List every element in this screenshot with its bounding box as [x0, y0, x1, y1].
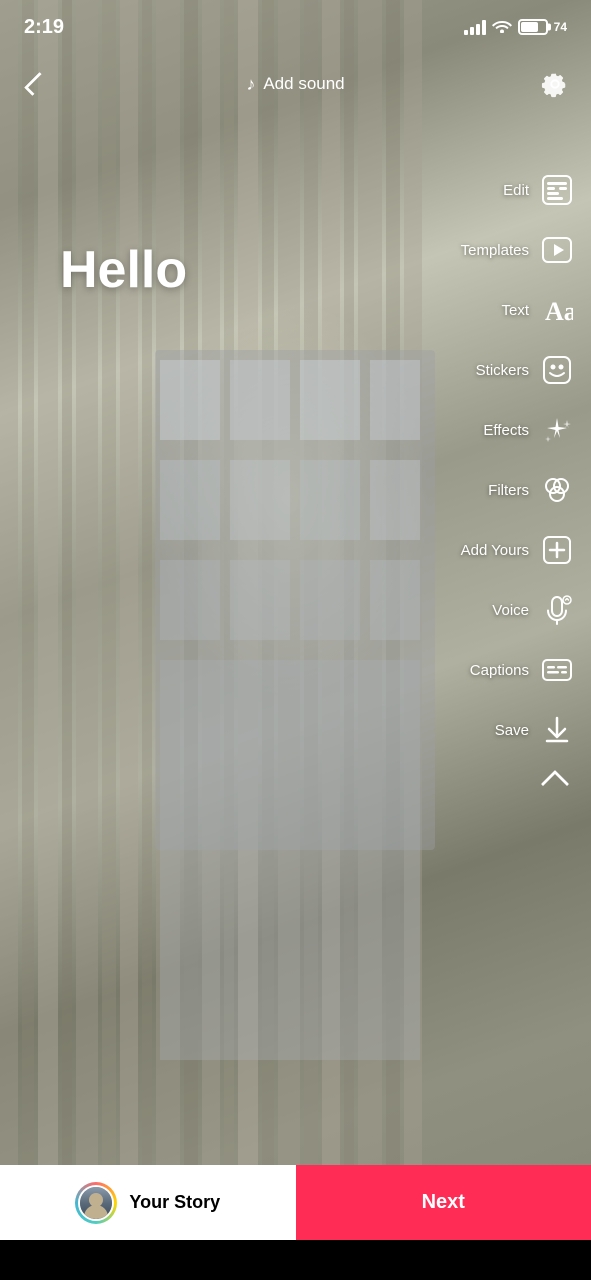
home-indicator — [236, 1267, 356, 1272]
stickers-icon — [539, 352, 575, 388]
settings-button[interactable] — [535, 64, 575, 104]
status-bar: 2:19 74 — [0, 0, 591, 54]
edit-icon — [539, 172, 575, 208]
edit-tool[interactable]: Edit — [491, 160, 581, 220]
voice-label: Voice — [492, 602, 529, 619]
captions-icon — [539, 652, 575, 688]
save-icon — [539, 712, 575, 748]
status-icons: 74 — [464, 17, 567, 38]
text-tool[interactable]: Text Aa — [491, 280, 581, 340]
stickers-label: Stickers — [476, 362, 529, 379]
next-label: Next — [422, 1191, 465, 1214]
filters-icon — [539, 472, 575, 508]
hello-text: Hello — [60, 240, 187, 300]
signal-icon — [464, 19, 486, 35]
captions-tool[interactable]: Captions — [464, 640, 581, 700]
captions-label: Captions — [470, 662, 529, 679]
filters-label: Filters — [488, 482, 529, 499]
right-tools-panel: Edit Templates Text Aa — [455, 160, 581, 804]
templates-label: Templates — [461, 242, 529, 259]
music-note-icon: ♪ — [246, 74, 255, 95]
chevron-up-icon — [541, 770, 569, 798]
effects-label: Effects — [483, 422, 529, 439]
gear-icon — [541, 70, 569, 98]
templates-icon — [539, 232, 575, 268]
add-yours-icon — [539, 532, 575, 568]
header: ♪ Add sound — [0, 54, 591, 114]
stickers-tool[interactable]: Stickers — [470, 340, 581, 400]
collapse-button[interactable] — [535, 764, 575, 804]
templates-tool[interactable]: Templates — [455, 220, 581, 280]
effects-tool[interactable]: Effects — [477, 400, 581, 460]
edit-label: Edit — [503, 182, 529, 199]
your-story-label: Your Story — [129, 1192, 220, 1213]
bottom-bar: Your Story Next — [0, 1165, 591, 1280]
avatar-ring — [75, 1182, 117, 1224]
add-sound-label: Add sound — [263, 74, 344, 94]
add-sound-button[interactable]: ♪ Add sound — [246, 74, 344, 95]
status-time: 2:19 — [24, 16, 64, 39]
back-chevron-icon — [24, 72, 48, 96]
text-label: Text — [501, 302, 529, 319]
filters-tool[interactable]: Filters — [482, 460, 581, 520]
avatar-image — [80, 1187, 112, 1219]
save-label: Save — [495, 722, 529, 739]
back-button[interactable] — [16, 64, 56, 104]
next-button[interactable]: Next — [296, 1165, 591, 1240]
effects-icon — [539, 412, 575, 448]
save-tool[interactable]: Save — [489, 700, 581, 760]
avatar — [78, 1185, 114, 1221]
wifi-icon — [492, 17, 512, 38]
voice-tool[interactable]: Voice — [486, 580, 581, 640]
your-story-button[interactable]: Your Story — [0, 1165, 296, 1240]
svg-text:Aa: Aa — [545, 297, 573, 326]
add-yours-tool[interactable]: Add Yours — [455, 520, 581, 580]
add-yours-label: Add Yours — [461, 542, 529, 559]
voice-icon — [539, 592, 575, 628]
text-icon: Aa — [539, 292, 575, 328]
battery-icon: 74 — [518, 19, 567, 35]
